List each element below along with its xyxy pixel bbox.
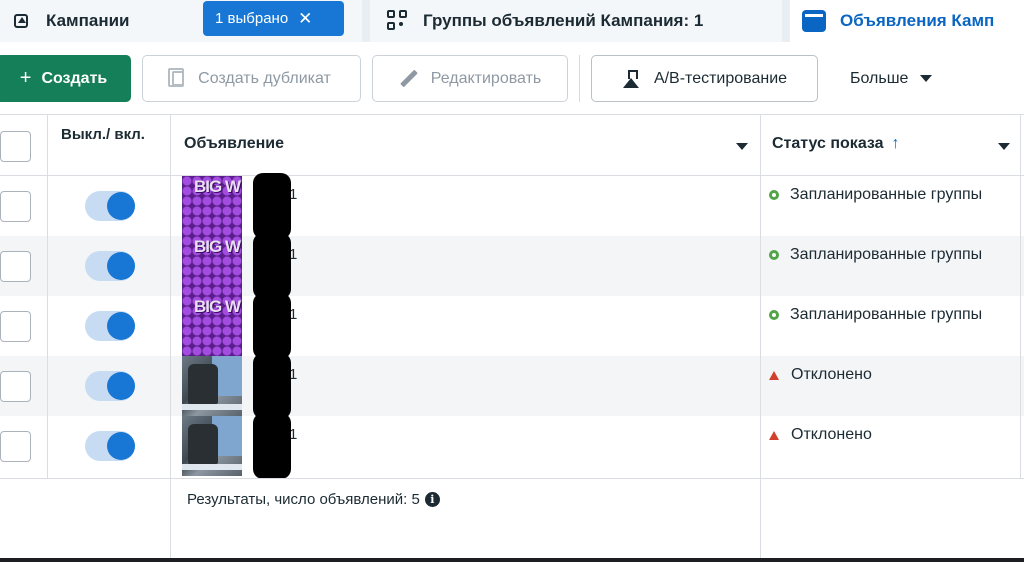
column-header-status-label: Статус показа [772, 135, 884, 152]
results-count-label: Результаты, число объявлений: 5 [187, 491, 420, 508]
redaction-mark [253, 353, 291, 419]
tab-ads-label: Объявления Камп [840, 11, 995, 30]
duplicate-button[interactable]: Создать дубликат [142, 55, 361, 102]
selected-count-label: 1 выбрано [215, 10, 289, 27]
scheduled-status-icon [769, 310, 779, 320]
column-header-status[interactable]: Статус показа ↑ [772, 135, 900, 153]
row-checkbox[interactable] [0, 191, 31, 222]
column-divider-3 [760, 114, 761, 562]
ab-test-button-label: A/B-тестирование [653, 69, 788, 87]
thumbnail-logo-text: BIG W [194, 177, 241, 196]
delivery-status-label: Запланированные группы [790, 306, 983, 323]
ad-thumbnail[interactable]: BIG W [182, 236, 242, 296]
duplicate-icon [168, 68, 185, 87]
ad-thumbnail[interactable] [182, 416, 242, 476]
pencil-icon [399, 69, 418, 88]
tab-ad-sets-label: Группы объявлений Кампания: 1 [423, 11, 704, 30]
ads-table: Выкл./ вкл. Объявление Статус показа ↑ BI… [0, 114, 1024, 562]
delivery-status-label: Запланированные группы [790, 186, 983, 203]
redaction-mark [253, 413, 291, 479]
column-header-onoff[interactable]: Выкл./ вкл. [61, 124, 151, 146]
table-row[interactable]: 1 Отклонено [0, 353, 1024, 419]
select-all-checkbox[interactable] [0, 131, 31, 162]
redaction-mark [253, 293, 291, 359]
ad-toggle-switch[interactable] [85, 251, 135, 281]
column-divider-1 [47, 114, 48, 478]
status-column-menu-icon[interactable] [998, 143, 1010, 150]
delivery-status: Отклонено [769, 426, 872, 444]
ad-toggle-switch[interactable] [85, 311, 135, 341]
delivery-status: Запланированные группы [769, 306, 982, 324]
toolbar: + Создать Создать дубликат Редактировать… [0, 42, 1024, 114]
create-button-label: Создать [41, 69, 108, 87]
thumbnail-logo-text: BIG W [194, 237, 241, 256]
plus-icon: + [19, 67, 32, 89]
row-checkbox[interactable] [0, 251, 31, 282]
table-row[interactable]: BIG W 1 Запланированные группы [0, 173, 1024, 239]
thumbnail-band [182, 404, 242, 410]
more-label: Больше [850, 69, 909, 87]
ad-toggle-switch[interactable] [85, 191, 135, 221]
column-divider-2 [170, 114, 171, 562]
delivery-status: Запланированные группы [769, 186, 982, 204]
clear-selection-icon[interactable]: ✕ [298, 9, 312, 29]
column-header-ad[interactable]: Объявление [184, 135, 284, 153]
row-checkbox[interactable] [0, 431, 31, 462]
duplicate-button-label: Создать дубликат [198, 69, 331, 87]
edit-button-label: Редактировать [430, 69, 542, 87]
ad-toggle-switch[interactable] [85, 431, 135, 461]
table-header: Выкл./ вкл. Объявление Статус показа ↑ [0, 114, 1024, 176]
sort-ascending-icon[interactable]: ↑ [892, 135, 900, 152]
campaign-icon [14, 14, 28, 28]
selected-count-chip[interactable]: 1 выбрано ✕ [203, 1, 344, 36]
table-row[interactable]: 1 Отклонено [0, 413, 1024, 479]
thumbnail-logo-text: BIG W [194, 297, 241, 316]
scheduled-status-icon [769, 190, 779, 200]
row-checkbox[interactable] [0, 311, 31, 342]
flask-icon [622, 69, 640, 88]
redaction-mark [253, 173, 291, 239]
tab-campaigns-label: Кампании [46, 11, 130, 30]
warning-triangle-icon [769, 370, 779, 380]
create-button[interactable]: + Создать [0, 55, 131, 102]
results-summary: Результаты, число объявлений: 5 i [187, 491, 440, 508]
edit-button[interactable]: Редактировать [372, 55, 568, 102]
tab-ads[interactable]: Объявления Камп [790, 0, 1024, 42]
thumbnail-band [182, 464, 242, 470]
column-divider-4 [1020, 114, 1021, 478]
scheduled-status-icon [769, 250, 779, 260]
ad-toggle-switch[interactable] [85, 371, 135, 401]
warning-triangle-icon [769, 430, 779, 440]
delivery-status-label: Запланированные группы [790, 246, 983, 263]
delivery-status-label: Отклонено [791, 426, 872, 443]
toolbar-divider [579, 55, 580, 102]
ad-column-menu-icon[interactable] [736, 143, 748, 150]
thumbnail-seat [188, 364, 218, 404]
delivery-status: Отклонено [769, 366, 872, 384]
thumbnail-seat [188, 424, 218, 464]
window-bottom-edge [0, 558, 1024, 562]
navigation-tabs: Кампании 1 выбрано ✕ Группы объявлений К… [0, 0, 1024, 42]
table-row[interactable]: BIG W 1 Запланированные группы [0, 233, 1024, 299]
delivery-status: Запланированные группы [769, 246, 982, 264]
chevron-down-icon [920, 75, 933, 82]
table-footer-divider [0, 478, 1024, 479]
ad-thumbnail[interactable]: BIG W [182, 176, 242, 236]
ads-icon [802, 10, 826, 32]
table-row[interactable]: BIG W 1 Запланированные группы [0, 293, 1024, 359]
ab-test-button[interactable]: A/B-тестирование [591, 55, 818, 102]
ad-thumbnail[interactable] [182, 356, 242, 416]
delivery-status-label: Отклонено [791, 366, 872, 383]
ad-sets-grid-icon [387, 10, 409, 32]
info-icon[interactable]: i [424, 492, 440, 507]
ad-thumbnail[interactable]: BIG W [182, 296, 242, 356]
more-dropdown[interactable]: Больше [850, 55, 933, 102]
tab-ad-sets[interactable]: Группы объявлений Кампания: 1 [370, 0, 782, 42]
row-checkbox[interactable] [0, 371, 31, 402]
redaction-mark [253, 233, 291, 299]
